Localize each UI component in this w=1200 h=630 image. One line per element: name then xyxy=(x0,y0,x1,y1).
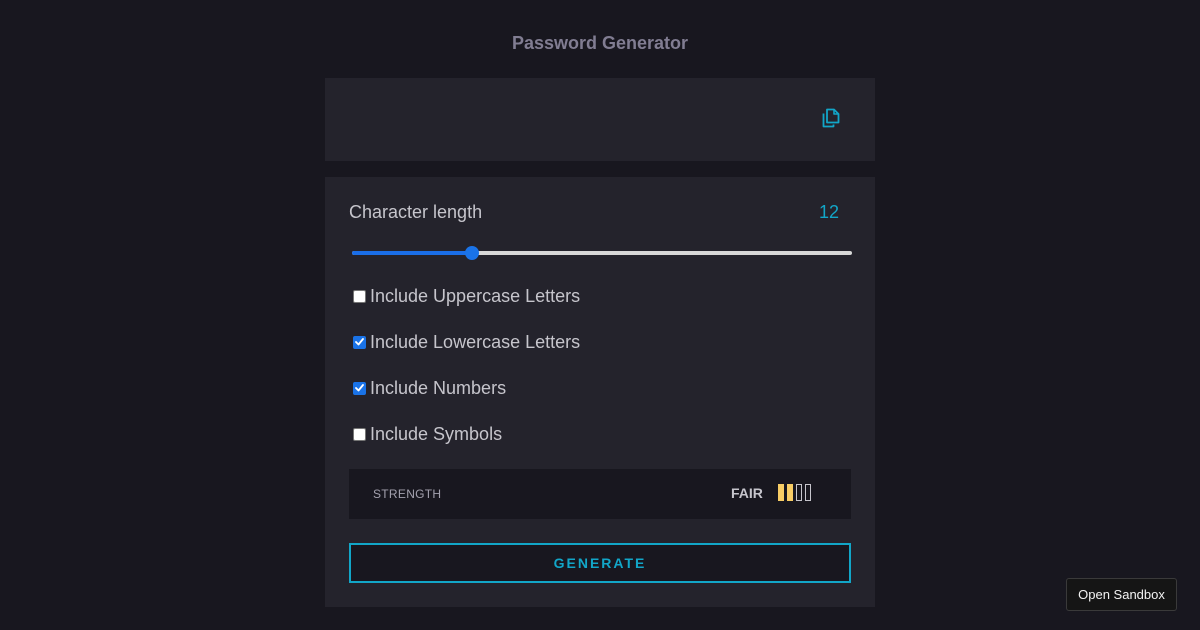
password-output-panel xyxy=(325,78,875,161)
open-sandbox-button[interactable]: Open Sandbox xyxy=(1066,578,1177,611)
symbols-label: Include Symbols xyxy=(370,424,503,444)
strength-bar xyxy=(787,484,793,501)
generate-button[interactable]: GENERATE xyxy=(349,543,851,583)
password-generator-page: Password Generator Character length 12 I… xyxy=(0,0,1200,630)
strength-bar xyxy=(805,484,811,501)
option-uppercase[interactable]: Include Uppercase Letters xyxy=(353,285,580,307)
option-lowercase[interactable]: Include Lowercase Letters xyxy=(353,331,580,353)
uppercase-label: Include Uppercase Letters xyxy=(370,286,581,306)
option-numbers[interactable]: Include Numbers xyxy=(353,377,506,399)
lowercase-label: Include Lowercase Letters xyxy=(370,332,581,352)
numbers-label: Include Numbers xyxy=(370,378,507,398)
strength-bars xyxy=(778,484,814,501)
copy-icon xyxy=(822,108,840,133)
character-length-label: Character length xyxy=(349,202,483,222)
option-symbols[interactable]: Include Symbols xyxy=(353,423,502,445)
lowercase-checkbox[interactable] xyxy=(353,335,366,349)
symbols-checkbox[interactable] xyxy=(353,427,366,441)
character-length-slider[interactable] xyxy=(352,246,852,260)
strength-label: STRENGTH xyxy=(373,487,442,501)
strength-bar xyxy=(796,484,802,501)
character-length-value: 12 xyxy=(818,202,839,222)
page-title: Password Generator xyxy=(511,33,689,53)
strength-meter: STRENGTH FAIR xyxy=(349,469,851,519)
settings-panel: Character length 12 Include Uppercase Le… xyxy=(325,177,875,607)
uppercase-checkbox[interactable] xyxy=(353,289,366,303)
copy-button[interactable] xyxy=(819,108,843,132)
strength-value: FAIR xyxy=(731,485,763,501)
slider-thumb[interactable] xyxy=(465,246,479,260)
strength-bar xyxy=(778,484,784,501)
slider-fill xyxy=(352,251,472,255)
numbers-checkbox[interactable] xyxy=(353,381,366,395)
